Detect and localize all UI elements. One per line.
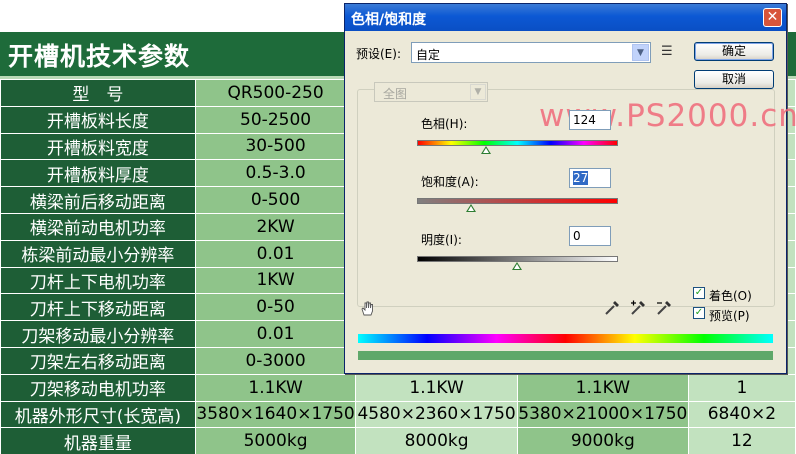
value-cell: 1.1KW [516,373,689,402]
value-cell: 5380×21000×1750 [516,400,689,429]
value-cell: 1.1KW [355,373,518,402]
hue-slider-track[interactable] [417,140,618,146]
table-row: 机器外形尺寸(长宽高) 3580×1640×1750 4580×2360×1750 5… [0,400,796,429]
value-cell: 0.01 [194,320,357,348]
value-cell: 2KW [194,212,357,241]
cancel-button[interactable]: 取消 [694,70,774,89]
close-button[interactable]: ✕ [763,8,782,27]
saturation-slider-track[interactable] [417,198,618,204]
value-cell: 30-500 [194,132,357,161]
row-label-cell: 刀杆上下移动距离 [0,293,196,322]
value-cell: 1KW [194,266,357,295]
chevron-down-icon: ▼ [470,84,486,100]
table-row: 刀架移动电机功率 1.1KW 1.1KW 1.1KW 1 [0,373,796,402]
colorize-label[interactable]: 着色(O) [709,287,752,304]
value-cell: 5000kg [194,427,357,454]
value-cell: 6840×2 [687,400,796,429]
preset-options-icon[interactable]: ☰ [661,44,673,59]
value-cell: 0-50 [194,293,357,322]
value-cell: 9000kg [516,427,689,454]
hue-label: 色相(H): [421,117,468,131]
close-icon: ✕ [766,9,779,25]
value-cell: 1 [687,373,796,402]
row-label-cell: 刀架移动最小分辨率 [0,320,196,348]
cancel-button-label: 取消 [721,72,746,86]
row-label-cell: 刀架左右移动距离 [0,346,196,375]
row-label-cell: 机器外形尺寸(长宽高) [0,400,196,429]
check-icon: ✓ [694,307,704,318]
row-label-cell: 开槽板料宽度 [0,132,196,161]
edit-range-dropdown[interactable]: 全图 ▼ [374,82,488,102]
dialog-title: 色相/饱和度 [351,12,427,28]
original-color-bar [358,334,773,343]
check-icon: ✓ [694,287,704,298]
value-cell: 4580×2360×1750 [355,400,518,429]
value-cell: 50-2500 [194,105,357,134]
saturation-value: 27 [573,171,589,185]
dialog-titlebar[interactable]: 色相/饱和度 ✕ [345,4,786,31]
lightness-input[interactable]: 0 [569,226,611,246]
eyedropper-icon[interactable] [603,299,621,317]
value-cell: 3580×1640×1750 [194,400,357,429]
value-cell: 0.01 [194,239,357,268]
preset-label: 预设(E): [356,47,401,61]
lightness-value: 0 [573,229,581,243]
eyedropper-minus-icon[interactable] [655,299,673,317]
saturation-input[interactable]: 27 [569,168,611,188]
row-label-cell: 刀杆上下电机功率 [0,266,196,295]
adjusted-color-bar [358,351,773,360]
ok-button[interactable]: 确定 [694,42,774,61]
saturation-slider-thumb[interactable] [466,204,476,212]
value-cell: 0-500 [194,186,357,214]
preset-dropdown[interactable]: 自定 ▼ [411,42,651,63]
lightness-label: 明度(I): [421,233,462,247]
value-cell: 0.5-3.0 [194,159,357,188]
row-label-cell: 开槽板料长度 [0,105,196,134]
colorize-checkbox[interactable]: ✓ [693,287,705,299]
preview-label[interactable]: 预览(P) [709,307,750,324]
hue-saturation-dialog: 色相/饱和度 ✕ 预设(E): 自定 ▼ ☰ 确定 取消 全图 ▼ www.PS… [344,3,796,374]
value-cell: 8000kg [355,427,518,454]
ok-button-label: 确定 [721,44,746,58]
sheet-title: 开槽机技术参数 [8,42,191,71]
value-cell: 1.1KW [194,373,357,402]
row-label-cell: 型 号 [0,79,196,107]
preset-value: 自定 [416,48,441,62]
value-cell: 12 [687,427,796,454]
eyedropper-plus-icon[interactable] [629,299,647,317]
preview-checkbox[interactable]: ✓ [693,307,705,319]
edit-range-value: 全图 [383,87,408,101]
value-cell: 0-3000 [194,346,357,375]
lightness-slider-thumb[interactable] [512,262,522,270]
row-label-cell: 机器重量 [0,427,196,454]
row-label-cell: 刀架移动电机功率 [0,373,196,402]
row-label-cell: 横梁前动电机功率 [0,212,196,241]
row-label-cell: 栋梁前动最小分辨率 [0,239,196,268]
hue-slider-thumb[interactable] [481,146,491,154]
hand-tool-icon[interactable] [359,299,377,317]
value-cell: QR500-250 [194,79,357,107]
hue-value: 124 [573,113,596,127]
hue-input[interactable]: 124 [569,110,611,130]
saturation-label: 饱和度(A): [421,175,479,189]
chevron-down-icon: ▼ [632,44,649,61]
row-label-cell: 开槽板料厚度 [0,159,196,188]
row-label-cell: 横梁前后移动距离 [0,186,196,214]
table-row: 机器重量 5000kg 8000kg 9000kg 12 [0,427,796,454]
